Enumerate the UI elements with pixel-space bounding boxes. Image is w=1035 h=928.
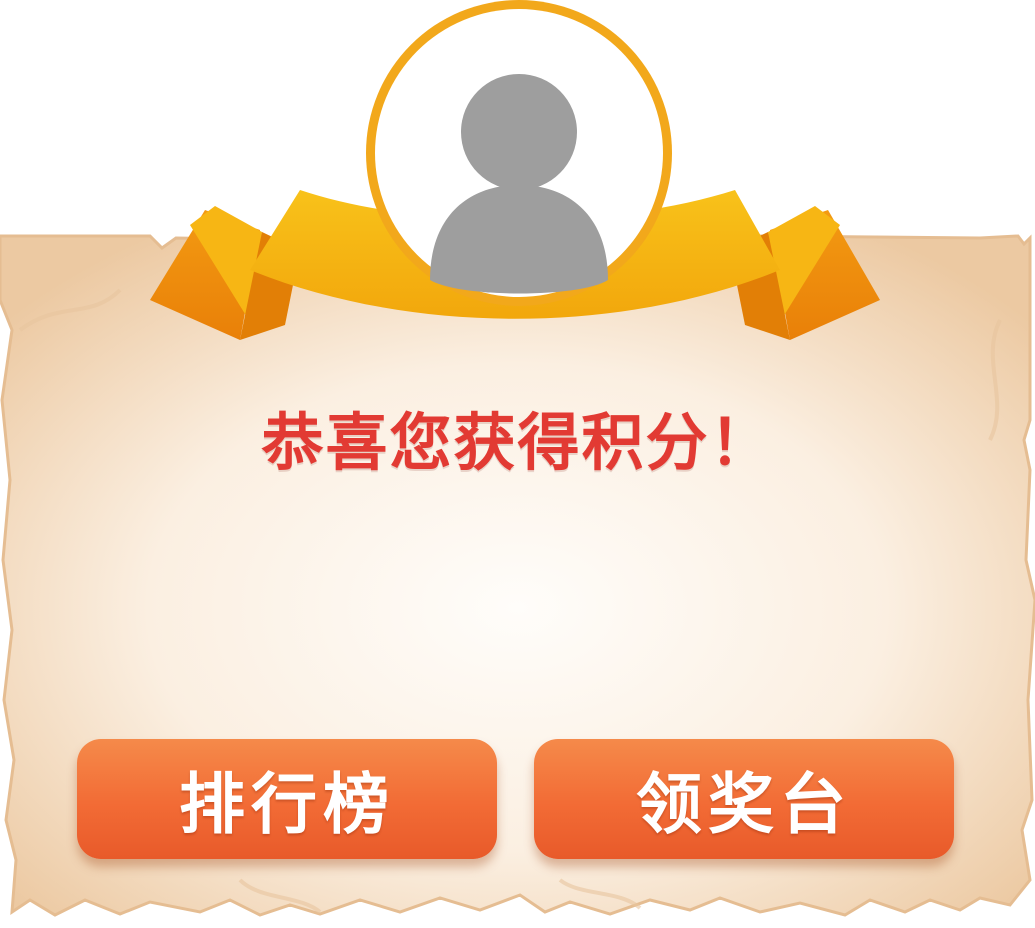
prize-podium-button-label: 领奖台 [636, 766, 852, 843]
leaderboard-button[interactable]: 排行榜 [77, 739, 497, 859]
avatar [366, 0, 672, 306]
leaderboard-button-label: 排行榜 [179, 766, 395, 843]
prize-podium-button[interactable]: 领奖台 [534, 739, 954, 859]
congratulations-title: 恭喜您获得积分！ [261, 406, 774, 479]
